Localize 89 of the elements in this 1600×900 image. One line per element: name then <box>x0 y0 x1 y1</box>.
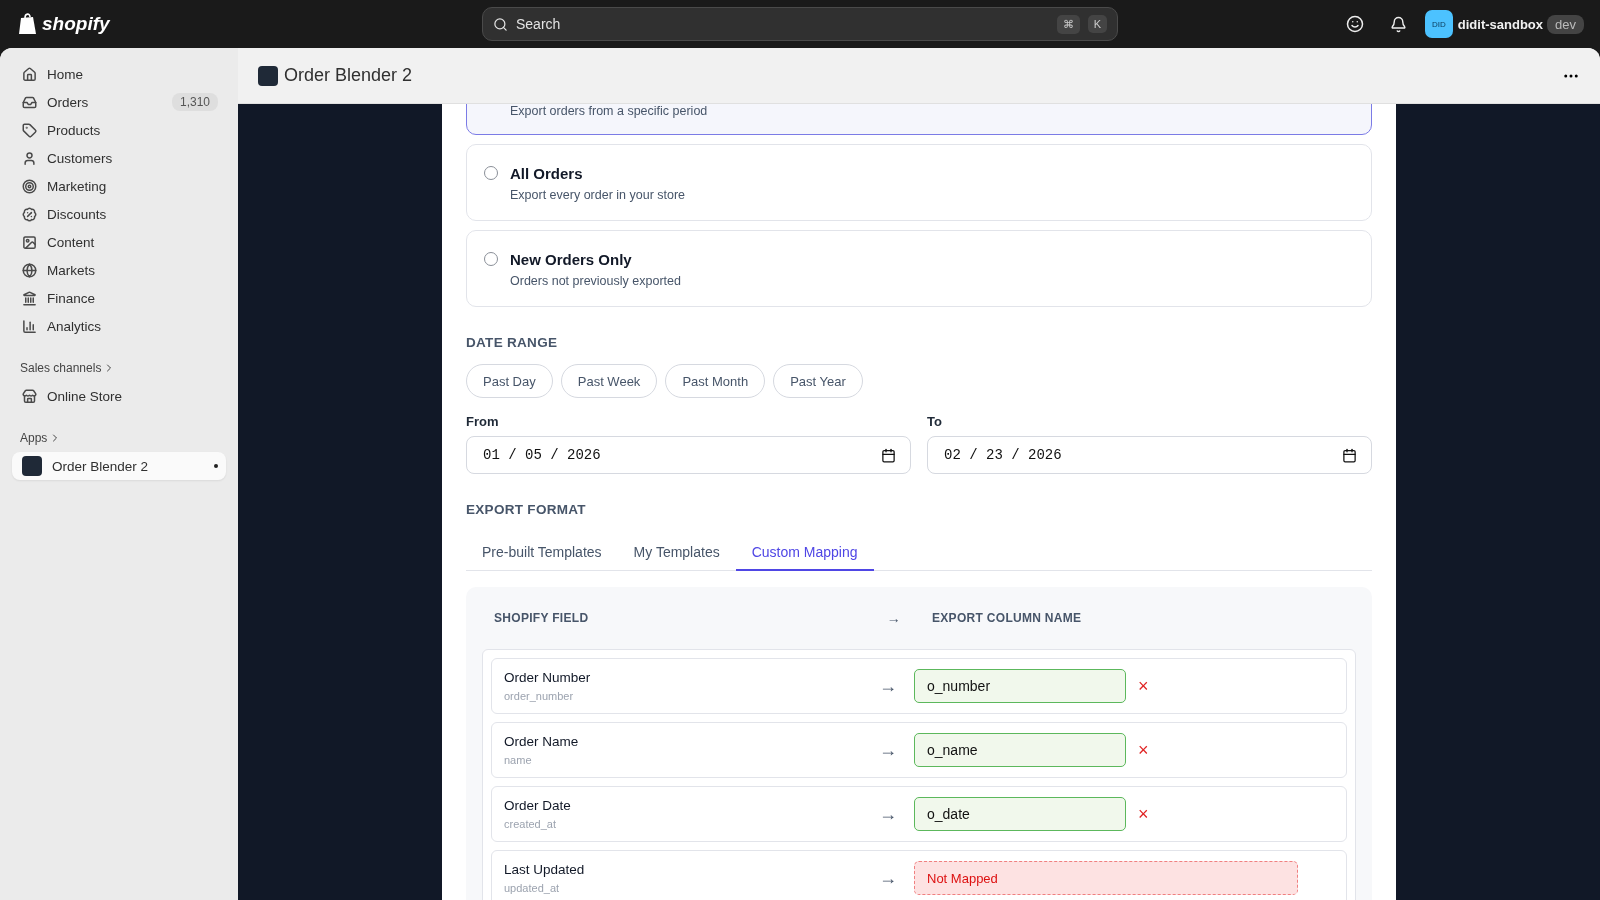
radio-button[interactable] <box>484 252 498 266</box>
option-card[interactable]: New Orders Only Orders not previously exported <box>466 230 1372 307</box>
column-header: SHOPIFY FIELD <box>494 611 590 625</box>
sidebar-item[interactable]: Analytics <box>12 312 226 340</box>
option-card[interactable]: Export orders from a specific period <box>466 104 1372 135</box>
field-key: updated_at <box>504 882 862 894</box>
sidebar-item[interactable]: Order Blender 2 <box>12 452 226 480</box>
sidebar-item[interactable]: Finance <box>12 284 226 312</box>
option-description: Orders not previously exported <box>510 274 682 288</box>
radio-button[interactable] <box>484 166 498 180</box>
nav-icon <box>22 150 37 166</box>
section-heading[interactable]: Sales channels <box>12 354 226 382</box>
option-description: Export orders from a specific period <box>510 104 709 118</box>
store-icon <box>22 388 37 404</box>
calendar-icon[interactable] <box>881 447 896 463</box>
remove-button[interactable]: × <box>1138 675 1149 697</box>
column-name-input[interactable]: o_name <box>914 733 1126 767</box>
field-name: Last Updated <box>504 862 586 877</box>
nav-icon <box>22 206 37 222</box>
logo-text: shopify <box>42 13 110 35</box>
nav-icon <box>22 66 37 82</box>
app-icon <box>22 456 42 476</box>
shortcut-key: ⌘ <box>1056 14 1080 34</box>
field-name: Order Name <box>504 734 580 749</box>
field-key: name <box>504 754 862 766</box>
sidebar-item[interactable]: Online Store <box>12 382 226 410</box>
column-header: EXPORT COLUMN NAME <box>931 611 1083 625</box>
sidebar-item[interactable]: Discounts <box>12 200 226 228</box>
store-name[interactable]: didit-sandbox <box>1457 16 1544 32</box>
date-field[interactable]: 01 / 05 / 2026 <box>466 436 911 474</box>
nav-icon <box>22 318 37 334</box>
arrow-icon: → <box>862 675 914 697</box>
arrow-icon: → <box>862 867 914 889</box>
remove-button[interactable]: × <box>1138 739 1149 761</box>
preset-button[interactable]: Past Day <box>466 364 553 398</box>
not-mapped-field[interactable]: Not Mapped <box>914 861 1298 895</box>
dev-badge: dev <box>1547 14 1584 34</box>
sidebar-item[interactable]: Marketing <box>12 172 226 200</box>
sidebar-item[interactable]: Customers <box>12 144 226 172</box>
option-card[interactable]: All Orders Export every order in your store <box>466 144 1372 221</box>
nav-icon <box>22 234 37 250</box>
nav-icon <box>22 122 37 138</box>
preset-button[interactable]: Past Month <box>665 364 766 398</box>
column-name-input[interactable]: o_date <box>914 797 1126 831</box>
nav-icon <box>22 94 37 110</box>
preset-button[interactable]: Past Year <box>773 364 863 398</box>
app-icon <box>258 65 278 86</box>
count-badge: 1,310 <box>171 93 218 111</box>
field-label: To <box>927 414 943 429</box>
option-title: All Orders <box>510 165 584 182</box>
nav-icon <box>22 290 37 306</box>
assistant-icon[interactable] <box>1345 15 1364 33</box>
arrow-icon: → <box>862 803 914 825</box>
preset-button[interactable]: Past Week <box>560 364 658 398</box>
column-header: → <box>885 610 903 626</box>
bell-icon[interactable] <box>1389 15 1407 33</box>
shortcut-key: K <box>1087 15 1107 33</box>
section-heading[interactable]: Apps <box>12 424 226 452</box>
sidebar-item[interactable]: Home <box>12 60 226 88</box>
remove-button[interactable]: × <box>1138 803 1149 825</box>
option-description: Export every order in your store <box>510 188 687 202</box>
field-key: order_number <box>504 690 862 702</box>
sidebar-item[interactable]: Orders 1,310 <box>12 88 226 116</box>
section-heading: EXPORT FORMAT <box>466 502 587 517</box>
option-title: New Orders Only <box>510 251 633 268</box>
field-name: Order Number <box>504 670 592 685</box>
page-title: Order Blender 2 <box>284 65 413 86</box>
calendar-icon[interactable] <box>1342 447 1357 463</box>
logo[interactable]: shopify <box>18 12 482 36</box>
date-field[interactable]: 02 / 23 / 2026 <box>927 436 1372 474</box>
store-avatar[interactable]: DID <box>1424 10 1453 38</box>
section-heading: DATE RANGE <box>466 335 559 350</box>
sidebar-item[interactable]: Markets <box>12 256 226 284</box>
dot-icon <box>214 464 218 468</box>
nav-icon <box>22 178 37 194</box>
field-label: From <box>466 414 500 429</box>
sidebar-item[interactable]: Products <box>12 116 226 144</box>
tab[interactable]: My Templates <box>617 535 736 571</box>
search-field[interactable]: Search ⌘ K <box>482 7 1118 41</box>
field-key: created_at <box>504 818 862 830</box>
bag-icon <box>18 12 38 36</box>
tab[interactable]: Pre-built Templates <box>466 535 618 571</box>
tab[interactable]: Custom Mapping <box>735 535 874 571</box>
arrow-icon: → <box>862 739 914 761</box>
nav-icon <box>22 262 37 278</box>
search-icon <box>493 16 508 32</box>
column-name-input[interactable]: o_number <box>914 669 1126 703</box>
sidebar-item[interactable]: Content <box>12 228 226 256</box>
field-name: Order Date <box>504 798 572 813</box>
